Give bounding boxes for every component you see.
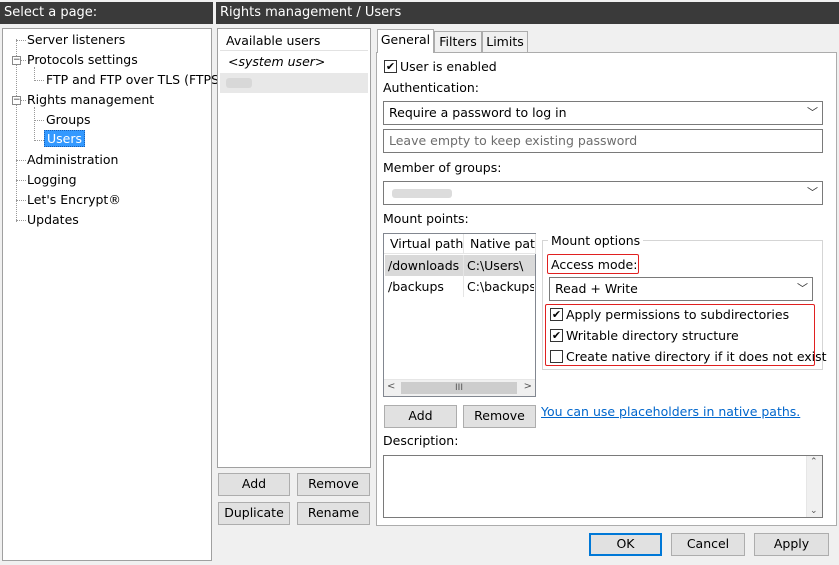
users-list[interactable]: Available users <system user> — [217, 28, 371, 468]
column-native-path[interactable]: Native path — [464, 234, 536, 254]
add-user-button[interactable]: Add — [218, 473, 290, 496]
scroll-up-icon[interactable]: ⌃ — [810, 457, 818, 467]
placeholders-link[interactable]: You can use placeholders in native paths… — [541, 404, 800, 419]
mount-options-label: Mount options — [548, 233, 644, 249]
remove-user-button[interactable]: Remove — [297, 473, 370, 496]
tree-item-server-listeners[interactable]: Server listeners — [27, 31, 125, 49]
tree-item-updates[interactable]: Updates — [27, 211, 79, 229]
tree-item-lets-encrypt[interactable]: Let's Encrypt® — [27, 191, 121, 209]
scroll-thumb[interactable]: III — [401, 382, 517, 394]
scroll-right-icon[interactable]: > — [524, 381, 532, 392]
ok-button[interactable]: OK — [589, 533, 662, 556]
collapse-rights-icon[interactable]: − — [12, 96, 21, 105]
access-mode-select[interactable]: Read + Write ﹀ — [549, 277, 813, 301]
writable-structure-checkbox[interactable]: ✔ — [550, 329, 563, 342]
remove-mount-button[interactable]: Remove — [463, 405, 536, 428]
apply-permissions-label: Apply permissions to subdirectories — [566, 307, 790, 322]
chevron-down-icon: ﹀ — [807, 106, 818, 119]
chevron-down-icon: ﹀ — [797, 282, 808, 295]
apply-button[interactable]: Apply — [754, 533, 829, 556]
tree-item-users[interactable]: Users — [44, 130, 86, 148]
description-scrollbar[interactable]: ⌃ ⌄ — [806, 456, 822, 517]
collapse-protocols-icon[interactable]: − — [12, 56, 21, 65]
mount-virtual-cell[interactable]: /downloads — [385, 255, 463, 276]
mount-native-cell[interactable]: C:\backups — [464, 276, 534, 297]
select-page-header: Select a page: — [0, 2, 213, 24]
mount-points-label: Mount points: — [383, 211, 469, 226]
tree-item-ftp-tls[interactable]: FTP and FTP over TLS (FTPS) — [46, 71, 224, 89]
mount-native-cell[interactable]: C:\Users\ — [464, 255, 534, 276]
create-native-dir-label: Create native directory if it does not e… — [566, 349, 827, 364]
users-list-header: Available users — [220, 31, 368, 51]
duplicate-user-button[interactable]: Duplicate — [218, 502, 290, 525]
redacted-group — [392, 189, 452, 198]
redacted-username — [226, 78, 252, 88]
create-native-dir-checkbox[interactable] — [550, 350, 563, 363]
page-title: Rights management / Users — [216, 2, 839, 24]
tab-limits[interactable]: Limits — [482, 31, 528, 52]
member-of-groups-label: Member of groups: — [383, 160, 502, 175]
tree-item-logging[interactable]: Logging — [27, 171, 77, 189]
tree-item-administration[interactable]: Administration — [27, 151, 118, 169]
add-mount-button[interactable]: Add — [384, 405, 457, 428]
description-field[interactable]: ⌃ ⌄ — [383, 455, 823, 518]
column-virtual-path[interactable]: Virtual path — [384, 234, 464, 254]
apply-permissions-checkbox[interactable]: ✔ — [550, 308, 563, 321]
authentication-label: Authentication: — [383, 80, 479, 95]
user-enabled-label: User is enabled — [400, 59, 497, 74]
user-item-selected[interactable] — [220, 73, 368, 93]
tab-filters[interactable]: Filters — [434, 31, 482, 52]
scroll-left-icon[interactable]: < — [387, 381, 395, 392]
mount-points-table[interactable]: Virtual path Native path /downloads C:\U… — [383, 233, 536, 397]
access-mode-label: Access mode: — [551, 257, 638, 272]
tree-item-rights-management[interactable]: Rights management — [27, 91, 154, 109]
writable-structure-label: Writable directory structure — [566, 328, 739, 343]
password-field[interactable]: Leave empty to keep existing password — [383, 129, 823, 153]
user-item-system[interactable]: <system user> — [220, 52, 368, 72]
horizontal-scrollbar[interactable]: < III > — [384, 379, 535, 396]
tree-item-groups[interactable]: Groups — [46, 111, 91, 129]
description-label: Description: — [383, 433, 459, 448]
tree-item-protocols-settings[interactable]: Protocols settings — [27, 51, 138, 69]
page-tree[interactable]: − − Server listeners Protocols settings … — [2, 28, 224, 561]
groups-select[interactable]: ﹀ — [383, 181, 823, 205]
mount-virtual-cell[interactable]: /backups — [385, 276, 463, 297]
scroll-down-icon[interactable]: ⌄ — [810, 506, 818, 516]
user-enabled-checkbox[interactable]: ✔ — [384, 60, 397, 73]
rename-user-button[interactable]: Rename — [297, 502, 370, 525]
chevron-down-icon: ﹀ — [807, 186, 818, 199]
cancel-button[interactable]: Cancel — [671, 533, 745, 556]
authentication-select[interactable]: Require a password to log in ﹀ — [383, 101, 823, 125]
tab-general[interactable]: General — [377, 29, 434, 53]
